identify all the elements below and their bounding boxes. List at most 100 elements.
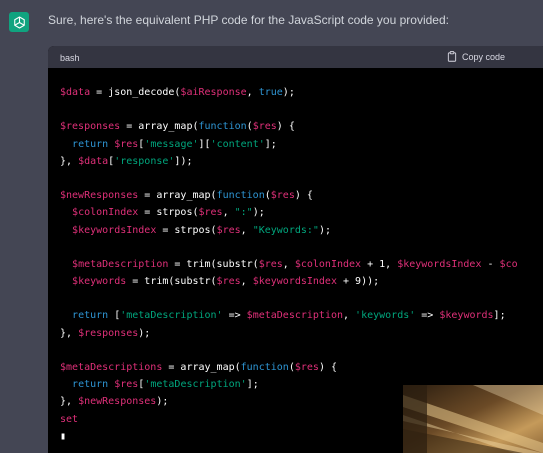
code-token-plain: ); (252, 207, 265, 219)
code-line: $colonIndex = strpos($res, ":"); (60, 204, 518, 221)
code-line: $newResponses = array_map(function($res)… (60, 187, 518, 204)
code-token-var: $res (216, 224, 241, 236)
code-token-plain: ); (318, 224, 331, 236)
code-token-plain: , (343, 310, 356, 322)
code-token-kw: return (72, 138, 109, 150)
code-line: $responses = array_map(function($res) { (60, 118, 518, 135)
code-token-plain: , (282, 258, 295, 270)
code-token-plain: ][ (198, 138, 211, 150)
code-token-plain: ) { (318, 362, 337, 373)
code-token-plain: ) { (276, 121, 295, 133)
code-token-var: set (60, 413, 79, 425)
assistant-avatar (9, 12, 29, 32)
code-token-str: 'message' (144, 138, 199, 150)
code-token-plain: = strpos( (156, 224, 217, 236)
code-token-kw: function (198, 121, 247, 133)
code-token-var: $colonIndex (294, 258, 362, 270)
clipboard-icon (447, 51, 457, 62)
code-token-var: $res (114, 138, 139, 150)
code-token-plain: = trim(substr( (168, 258, 259, 270)
code-token-plain: ]; (246, 379, 259, 391)
code-token-var: $res (198, 207, 223, 219)
code-token-kw: return (72, 310, 109, 322)
code-line: }, $data['response']); (60, 153, 518, 170)
code-token-plain: ]; (493, 310, 506, 322)
code-token-plain: ]); (174, 155, 193, 167)
code-line: }, $responses); (60, 325, 518, 342)
openai-logo-icon (13, 15, 25, 29)
code-token-var: $co (499, 258, 518, 270)
code-token-plain: }, (60, 327, 79, 339)
webcam-video-image (403, 385, 543, 453)
code-language-label: bash (60, 53, 80, 63)
code-token-plain: = array_map( (138, 190, 217, 202)
code-token-var: $res (270, 190, 295, 202)
code-token-plain: = trim(substr( (126, 276, 217, 288)
code-token-plain: , (246, 87, 259, 98)
code-token-kw: true (258, 87, 283, 98)
code-token-plain: + 9)); (336, 276, 380, 288)
code-line: return ['metaDescription' => $metaDescri… (60, 307, 518, 324)
code-token-str: 'content' (210, 138, 265, 150)
code-token-plain: ); (156, 396, 169, 408)
code-token-var: $res (252, 121, 277, 133)
code-token-plain: => (222, 310, 247, 322)
webcam-overlay (403, 385, 543, 453)
code-token-var: $colonIndex (72, 207, 139, 219)
code-token-kw: function (216, 190, 265, 202)
code-token-plain: ); (138, 327, 151, 339)
code-token-str: 'metaDescription' (120, 310, 223, 322)
assistant-intro-text: Sure, here's the equivalent PHP code for… (48, 13, 449, 27)
code-token-str: 'metaDescription' (144, 379, 247, 391)
code-line: return $res['message']['content']; (60, 136, 518, 153)
code-token-plain: [ (108, 310, 121, 322)
code-line: $keywords = trim(substr($res, $keywordsI… (60, 273, 518, 290)
code-token-var: $metaDescription (246, 310, 343, 322)
code-line: $data = json_decode($aiResponse, true); (60, 84, 518, 101)
code-token-var: $aiResponse (180, 87, 247, 98)
code-token-var: $metaDescriptions (60, 362, 163, 373)
code-token-plain: ); (282, 87, 295, 98)
code-token-var: $newResponses (78, 396, 157, 408)
code-token-var: $metaDescription (72, 258, 169, 270)
code-token-plain: , (240, 276, 253, 288)
code-token-plain: }, (60, 396, 79, 408)
code-token-plain: = strpos( (138, 207, 199, 219)
code-token-plain: , (222, 207, 235, 219)
code-token-var: $res (216, 276, 241, 288)
code-line: $metaDescriptions = array_map(function($… (60, 359, 518, 376)
code-token-kw: function (240, 362, 289, 373)
code-token-str: ":" (234, 207, 253, 219)
code-token-var: $newResponses (60, 190, 139, 202)
code-token-plain: }, (60, 155, 79, 167)
code-token-kw: return (72, 379, 109, 391)
copy-code-button[interactable]: Copy code (447, 51, 505, 62)
code-token-var: $keywords (72, 276, 127, 288)
code-token-plain: = array_map( (120, 121, 199, 133)
code-token-plain: ]; (264, 138, 277, 150)
code-token-str: "Keywords:" (252, 224, 319, 236)
code-token-var: $res (114, 379, 139, 391)
copy-code-label: Copy code (462, 51, 506, 62)
code-token-var: $res (294, 362, 319, 373)
code-token-var: $keywordsIndex (397, 258, 482, 270)
code-token-str: 'keywords' (355, 310, 416, 322)
code-token-var: $keywords (439, 310, 494, 322)
code-token-var: $res (258, 258, 283, 270)
code-token-var: $keywordsIndex (252, 276, 337, 288)
code-token-str: 'response' (114, 155, 175, 167)
code-token-plain: , (240, 224, 253, 236)
code-token-var: $data (60, 87, 91, 98)
code-token-plain: ) { (294, 190, 313, 202)
code-token-var: $responses (60, 121, 121, 133)
code-token-cursor: ▮ (60, 430, 67, 442)
code-token-plain: => (415, 310, 440, 322)
